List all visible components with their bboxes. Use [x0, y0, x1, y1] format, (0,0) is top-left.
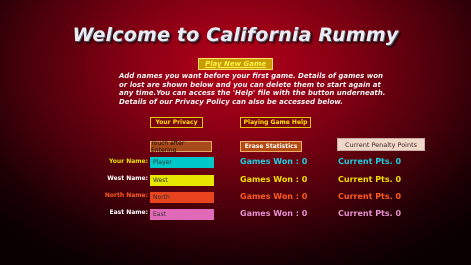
erase-statistics-button[interactable]: Erase Statistics — [240, 141, 302, 152]
page-title: Welcome to California Rummy — [72, 24, 399, 46]
west-name-input[interactable] — [150, 175, 214, 186]
north-name-label: North Name: — [104, 192, 148, 199]
west-name-label: West Name: — [107, 175, 148, 182]
east-name-label: East Name: — [109, 209, 148, 216]
touch-after-entering-button[interactable]: Touch after Entering — [150, 140, 212, 154]
help-button[interactable]: Playing Game Help — [240, 117, 311, 128]
info-text: Add names you want before your first gam… — [119, 72, 386, 106]
current-penalty-points-button[interactable]: Current Penalty Points — [337, 138, 425, 151]
east-name-input[interactable] — [150, 209, 214, 220]
north-games-won: Games Won : 0 — [240, 192, 308, 201]
north-current-points: Current Pts. 0 — [338, 192, 402, 201]
west-games-won: Games Won : 0 — [240, 175, 308, 184]
your-current-points: Current Pts. 0 — [338, 157, 402, 166]
privacy-button[interactable]: Your Privacy — [150, 117, 203, 128]
play-new-game-button[interactable]: Play New Game — [198, 58, 273, 70]
your-name-label: Your Name: — [108, 158, 148, 165]
west-current-points: Current Pts. 0 — [338, 175, 402, 184]
east-games-won: Games Won : 0 — [240, 209, 308, 218]
north-name-input[interactable] — [150, 192, 214, 203]
your-games-won: Games Won : 0 — [240, 157, 308, 166]
east-current-points: Current Pts. 0 — [338, 209, 402, 218]
your-name-input[interactable] — [150, 157, 214, 168]
